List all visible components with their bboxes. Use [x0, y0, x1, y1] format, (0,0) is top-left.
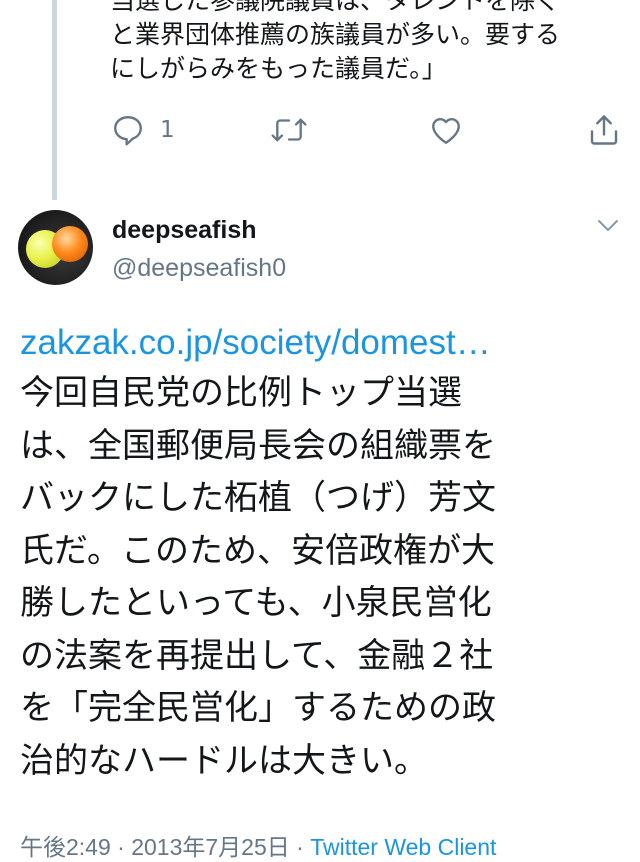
avatar-orange-ball: [52, 226, 88, 262]
tweet-text-line: 勝したといっても、小泉民営化: [20, 583, 492, 623]
meta-separator: ·: [289, 834, 311, 860]
previous-tweet-line: 当選した参議院議員は、タレントを除く: [110, 0, 561, 15]
previous-tweet-line: と業界団体推薦の族議員が多い。要する: [110, 20, 561, 49]
avatar[interactable]: [18, 210, 93, 285]
tweet-text-line: 今回自民党の比例トップ当選: [20, 373, 462, 413]
share-button[interactable]: [586, 112, 622, 148]
more-options-button[interactable]: [596, 216, 620, 236]
like-button[interactable]: [428, 112, 464, 148]
tweet-text-line: は、全国郵便局長会の組織票を: [20, 425, 496, 466]
reply-button[interactable]: 1: [110, 112, 175, 148]
reply-count: 1: [160, 117, 175, 143]
chevron-down-icon: [596, 220, 620, 240]
tweet-text-line: バックにした柘植（つげ）芳文: [20, 478, 496, 518]
author-display-name[interactable]: deepseafish: [112, 216, 257, 245]
share-icon: [586, 112, 622, 148]
tweet-text-line: 氏だ。このため、安倍政権が大: [20, 530, 495, 571]
meta-separator: ·: [110, 834, 132, 860]
tweet-text-line: を「完全民営化」するための政: [20, 688, 496, 728]
tweet-text: 今回自民党の比例トップ当選 は、全国郵便局長会の組織票を バックにした柘植（つげ…: [20, 367, 620, 787]
reply-icon: [110, 112, 146, 148]
author-handle[interactable]: @deepseafish0: [112, 254, 286, 283]
thread-connector-line: [52, 0, 57, 200]
tweet-text-line: の法案を再提出して、金融２社: [20, 635, 494, 676]
previous-tweet-line: にしがらみをもった議員だ。」: [110, 54, 447, 83]
tweet-text-line: 治的なハードルは大きい。: [20, 740, 428, 781]
tweet-time[interactable]: 午後2:49: [20, 834, 111, 860]
previous-tweet-actions: 1: [110, 112, 630, 152]
previous-tweet-text: 当選した参議院議員は、タレントを除く と業界団体推薦の族議員が多い。要する にし…: [110, 0, 630, 86]
retweet-icon: [270, 112, 308, 148]
tweet-link[interactable]: zakzak.co.jp/society/domest…: [20, 321, 620, 365]
like-icon: [428, 112, 464, 148]
tweet-client-link[interactable]: Twitter Web Client: [310, 834, 496, 860]
tweet-date[interactable]: 2013年7月25日: [131, 834, 290, 860]
retweet-button[interactable]: [270, 112, 308, 148]
